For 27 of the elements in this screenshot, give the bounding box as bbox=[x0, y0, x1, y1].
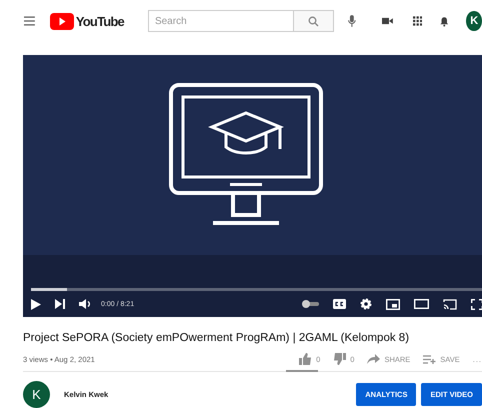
play-icon[interactable] bbox=[31, 298, 41, 310]
channel-avatar[interactable]: K bbox=[23, 381, 50, 408]
autoplay-toggle-icon[interactable] bbox=[301, 300, 319, 308]
bell-icon[interactable] bbox=[440, 14, 448, 28]
search-field[interactable]: Search bbox=[148, 10, 294, 32]
video-camera-icon[interactable] bbox=[382, 16, 393, 26]
menu-icon[interactable] bbox=[24, 15, 35, 27]
play-logo-icon bbox=[50, 12, 74, 30]
video-title: Project SePORA (Society emPOwerment ProgRAm) | 2GAML (Kelompok 8) bbox=[23, 332, 410, 344]
settings-icon[interactable] bbox=[360, 298, 372, 310]
theater-mode-icon[interactable] bbox=[414, 299, 429, 309]
volume-icon[interactable] bbox=[79, 299, 91, 309]
miniplayer-icon[interactable] bbox=[386, 298, 400, 310]
next-icon[interactable] bbox=[55, 299, 65, 309]
cast-icon[interactable] bbox=[443, 298, 457, 310]
logo-text[interactable]: YouTube bbox=[76, 14, 124, 28]
microphone-icon[interactable] bbox=[348, 13, 356, 29]
search-button[interactable] bbox=[294, 10, 334, 32]
search-icon bbox=[308, 16, 319, 26]
thumbs-down-icon bbox=[333, 353, 346, 365]
account-avatar[interactable]: K bbox=[466, 11, 482, 31]
captions-icon[interactable] bbox=[333, 299, 346, 309]
thumbs-up-icon bbox=[299, 353, 312, 365]
share-arrow-icon bbox=[367, 354, 380, 364]
add-to-playlist-icon bbox=[423, 354, 436, 364]
apps-grid-icon[interactable] bbox=[412, 15, 422, 27]
fullscreen-icon[interactable] bbox=[471, 298, 482, 310]
